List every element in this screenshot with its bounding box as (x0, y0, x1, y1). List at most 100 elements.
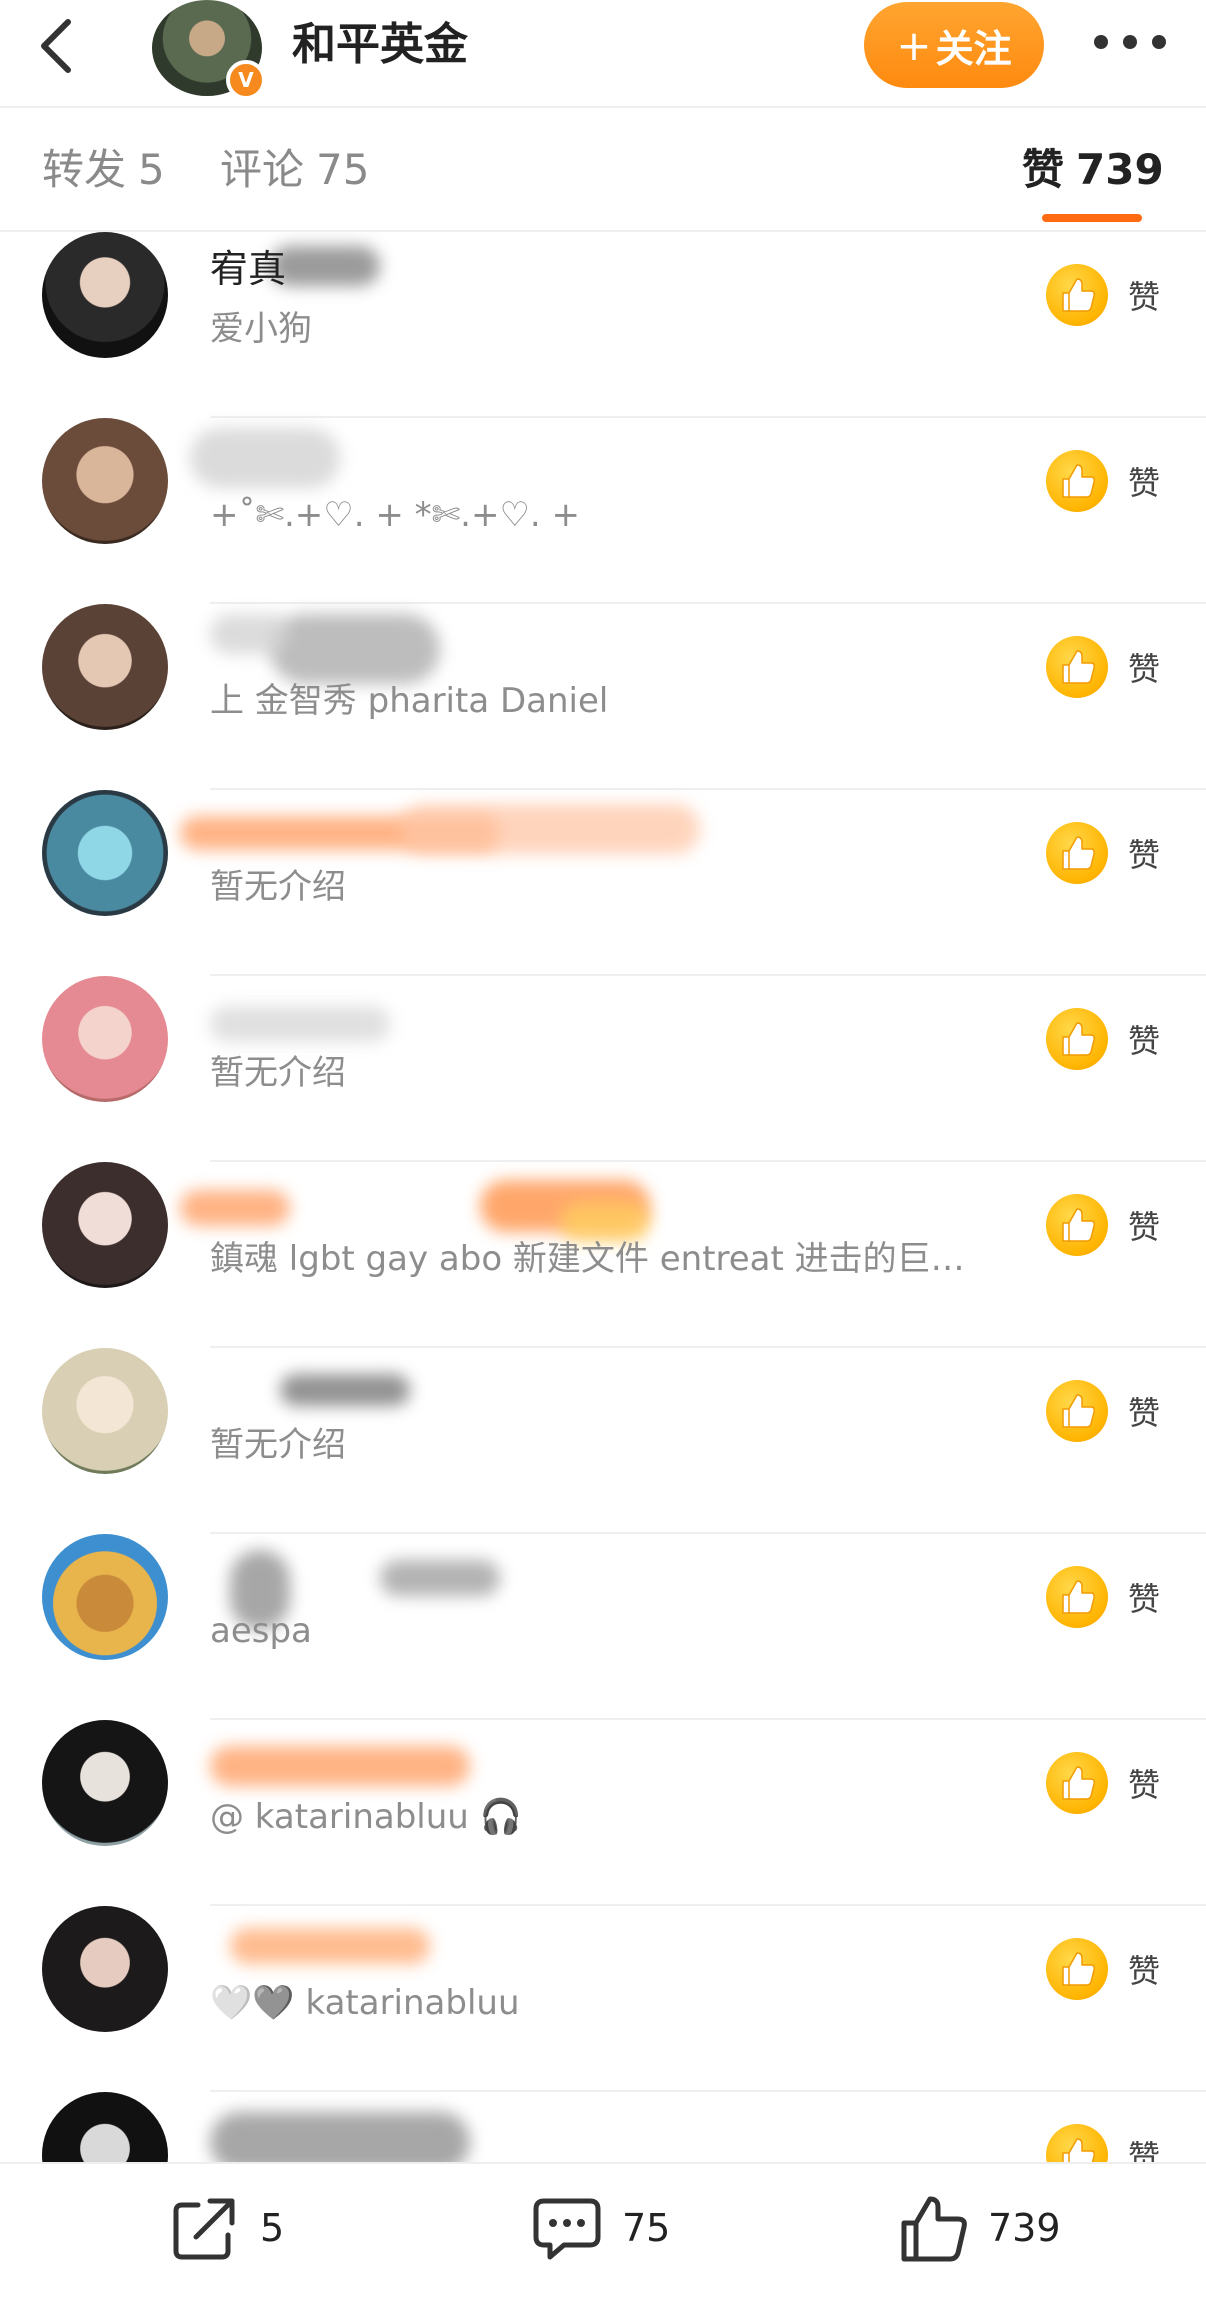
liker-bio: 爱小狗 (210, 309, 312, 349)
follow-button[interactable]: + 关注 (864, 2, 1044, 88)
liker-avatar[interactable] (42, 1162, 168, 1288)
tab-like-count: 739 (1076, 145, 1164, 194)
share-arrow-icon (173, 2198, 235, 2260)
comment-button[interactable]: 75 (530, 2188, 670, 2268)
thumbs-up-icon (1046, 1938, 1108, 2000)
liker-bio: 鎮魂 lgbt gay abo 新建文件 entreat 进击的巨… (210, 1239, 965, 1279)
redaction-blur (210, 2112, 470, 2162)
liker-row[interactable]: aespa 赞 (0, 1534, 1206, 1720)
like-label: 赞 (1128, 1952, 1161, 1990)
liker-like-button[interactable]: 赞 (1046, 1192, 1176, 1258)
liker-bio: 上 金智秀 pharita Daniel (210, 681, 609, 721)
liker-row[interactable]: 🤍🩶 katarinabluu 赞 (0, 1906, 1206, 2092)
like-count: 739 (988, 2206, 1061, 2250)
liker-like-button[interactable]: 赞 (1046, 1564, 1176, 1630)
like-label: 赞 (1128, 464, 1161, 502)
liker-like-button[interactable]: 赞 (1046, 262, 1176, 328)
liker-avatar[interactable] (42, 1534, 168, 1660)
liker-like-button[interactable]: 赞 (1046, 1750, 1176, 1816)
thumbs-up-icon (1046, 1194, 1108, 1256)
like-label: 赞 (1128, 650, 1161, 688)
back-button[interactable] (28, 12, 84, 80)
tab-comment-count: 75 (316, 145, 370, 194)
chevron-left-icon (41, 19, 71, 73)
liker-row[interactable]: @ katarinabluu 🎧 赞 (0, 1720, 1206, 1906)
liker-row[interactable]: 暂无介绍 赞 (0, 976, 1206, 1162)
thumbs-up-icon (1046, 1566, 1108, 1628)
liker-avatar[interactable] (42, 1720, 168, 1846)
comment-bubble-icon (533, 2198, 601, 2260)
liker-row[interactable]: 上 金智秀 pharita Daniel 赞 (0, 604, 1206, 790)
liker-bio: 暂无介绍 (210, 1425, 346, 1465)
liker-like-button[interactable]: 赞 (1046, 2122, 1176, 2162)
like-label: 赞 (1128, 1394, 1161, 1432)
tab-repost-count: 5 (138, 145, 165, 194)
author-avatar[interactable]: V (152, 0, 266, 100)
like-button[interactable]: 739 (896, 2188, 1061, 2268)
redaction-blur (400, 804, 700, 854)
redaction-blur (280, 1374, 410, 1406)
liker-like-button[interactable]: 赞 (1046, 1936, 1176, 2002)
redaction-blur (270, 246, 380, 286)
thumbs-up-icon (1046, 636, 1108, 698)
liker-row[interactable]: 赞 (0, 2092, 1206, 2162)
liker-nickname[interactable]: 宥真 (210, 244, 286, 294)
liker-like-button[interactable]: 赞 (1046, 1006, 1176, 1072)
redaction-blur (380, 1560, 500, 1596)
follow-label: 关注 (935, 26, 1012, 71)
tab-repost[interactable]: 转发 5 (42, 142, 165, 198)
liker-bio: 🤍🩶 katarinabluu (210, 1983, 520, 2023)
liker-like-button[interactable]: 赞 (1046, 634, 1176, 700)
liker-bio: +˚✄.+♡. + *✄.+♡. + (210, 495, 581, 535)
thumbs-up-icon (1046, 822, 1108, 884)
tab-repost-label: 转发 (42, 145, 127, 194)
liker-row[interactable]: 宥真爱小狗 赞 (0, 232, 1206, 418)
redaction-blur (270, 614, 440, 684)
author-name[interactable]: 和平英金 (292, 16, 468, 74)
thumbs-up-icon (1046, 1380, 1108, 1442)
liker-avatar[interactable] (42, 976, 168, 1102)
like-label: 赞 (1128, 278, 1161, 316)
liker-bio: aespa (210, 1611, 312, 1651)
liker-bio: 暂无介绍 (210, 867, 346, 907)
like-label: 赞 (1128, 1022, 1161, 1060)
thumbs-up-icon (901, 2196, 967, 2262)
liker-avatar[interactable] (42, 232, 168, 358)
like-label: 赞 (1128, 1580, 1161, 1618)
liker-row[interactable]: 鎮魂 lgbt gay abo 新建文件 entreat 进击的巨… 赞 (0, 1162, 1206, 1348)
thumbs-up-icon (1046, 1008, 1108, 1070)
thumbs-up-icon (1046, 450, 1108, 512)
redaction-blur (210, 1006, 390, 1042)
liker-row[interactable]: 暂无介绍 赞 (0, 790, 1206, 976)
liker-avatar[interactable] (42, 1348, 168, 1474)
tab-like-label: 赞 (1022, 145, 1065, 194)
liker-avatar[interactable] (42, 418, 168, 544)
liker-list: 宥真 爱小狗赞 +˚✄.+♡. + *✄.+♡. + 赞上 金智秀 pharita D… (0, 232, 1206, 2162)
repost-button[interactable]: 5 (168, 2188, 284, 2268)
thumbs-up-icon (1046, 1752, 1108, 1814)
liker-avatar[interactable] (42, 2092, 168, 2162)
thumbs-up-icon (1046, 2124, 1108, 2162)
more-dots-icon[interactable] (1094, 24, 1166, 60)
liker-bio: 暂无介绍 (210, 1053, 346, 1093)
liker-bio: @ katarinabluu 🎧 (210, 1797, 522, 1837)
comment-count: 75 (622, 2206, 671, 2250)
liker-row[interactable]: 暂无介绍 赞 (0, 1348, 1206, 1534)
liker-avatar[interactable] (42, 604, 168, 730)
tab-like[interactable]: 赞 739 (1022, 142, 1164, 198)
tab-comment-label: 评论 (220, 145, 305, 194)
bottom-action-bar: 5 75 739 (0, 2162, 1206, 2299)
liker-like-button[interactable]: 赞 (1046, 1378, 1176, 1444)
liker-row[interactable]: +˚✄.+♡. + *✄.+♡. + 赞 (0, 418, 1206, 604)
tab-comment[interactable]: 评论 75 (220, 142, 369, 198)
liker-avatar[interactable] (42, 1906, 168, 2032)
redaction-blur (190, 428, 340, 488)
redaction-blur (230, 1928, 430, 1964)
liker-like-button[interactable]: 赞 (1046, 820, 1176, 886)
liker-avatar[interactable] (42, 790, 168, 916)
liker-like-button[interactable]: 赞 (1046, 448, 1176, 514)
redaction-blur (180, 1190, 290, 1226)
thumbs-up-icon (1046, 264, 1108, 326)
like-label: 赞 (1128, 836, 1161, 874)
like-label: 赞 (1128, 1208, 1161, 1246)
